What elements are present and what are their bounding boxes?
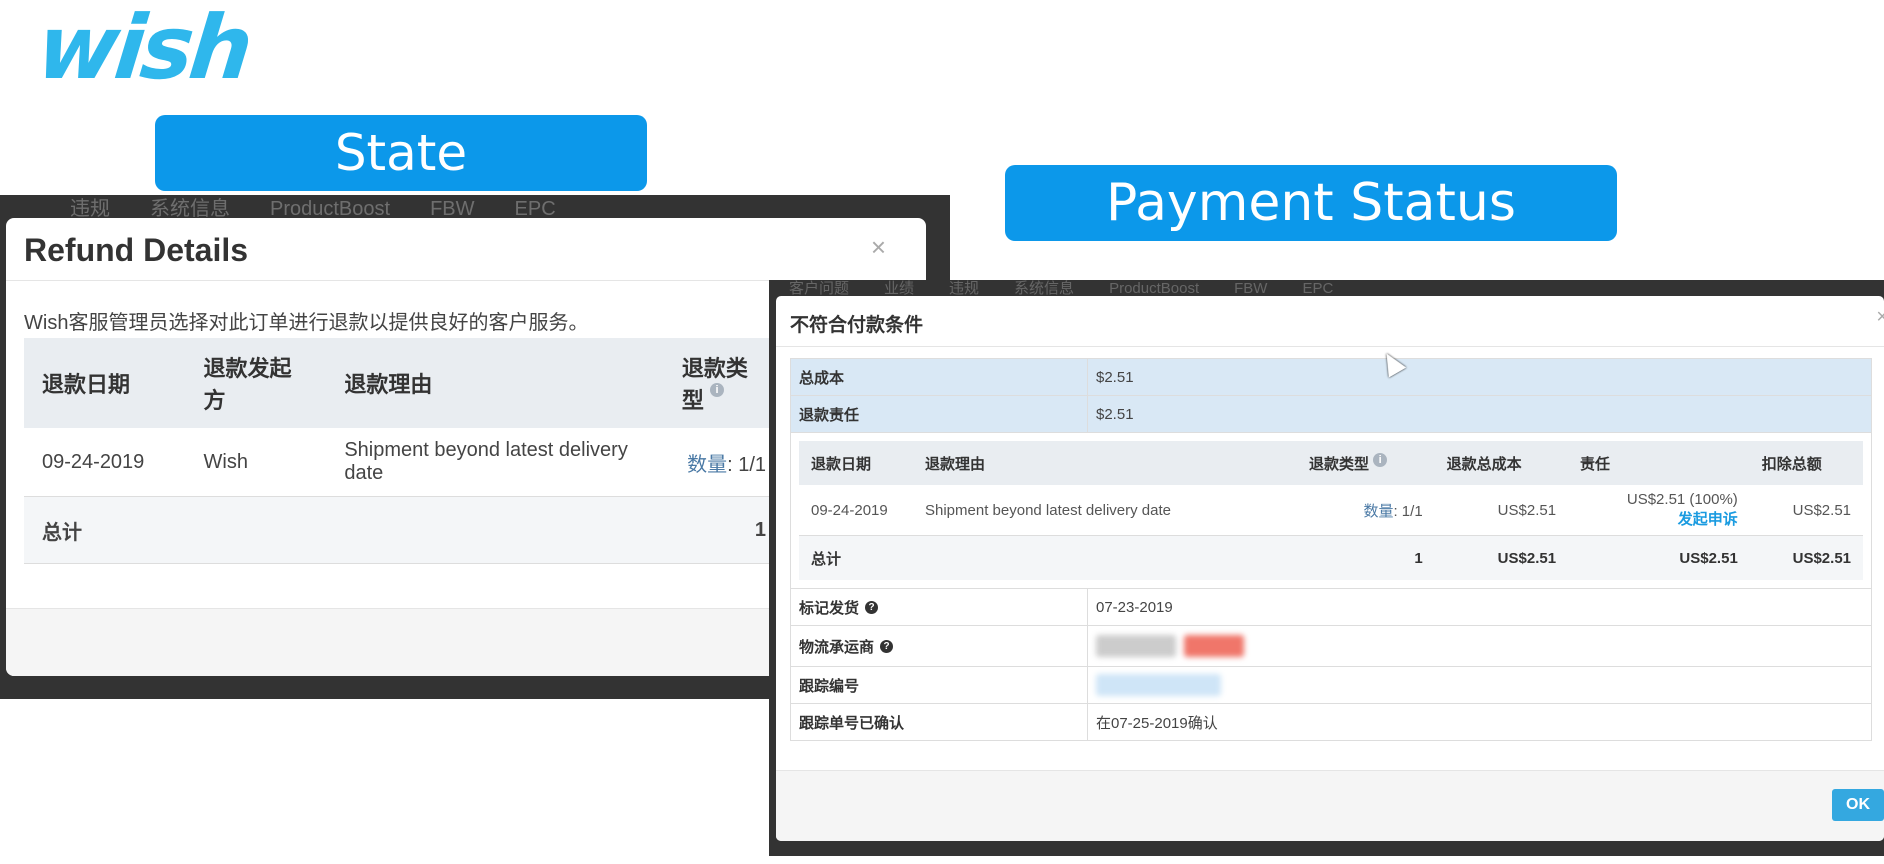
payment-info-grid: 总成本 $2.51 退款责任 $2.51 退款日期 退款理由 退款类型 i 退款… <box>790 358 1872 741</box>
tracking-confirmed-label: 跟踪单号已确认 <box>791 704 1088 740</box>
quantity-value: : 1/1 <box>727 453 766 476</box>
col-refund-date: 退款日期 <box>24 338 186 428</box>
tracking-number-row: 跟踪编号 <box>791 667 1871 704</box>
marked-shipped-value: 07-23-2019 <box>1096 598 1173 616</box>
table-row: 09-24-2019 Shipment beyond latest delive… <box>799 485 1863 536</box>
liability-value: $2.51 <box>1096 405 1134 423</box>
refund-description: Wish客服管理员选择对此订单进行退款以提供良好的客户服务。 <box>24 312 589 334</box>
redacted-block <box>1096 674 1221 696</box>
col-refund-type: 退款类型 i <box>1297 441 1435 485</box>
modal-title: 不符合付款条件 <box>790 315 924 336</box>
info-icon[interactable]: i <box>710 383 725 397</box>
total-cost-row: 总成本 $2.51 <box>791 359 1871 396</box>
carrier-label: 物流承运商 ? <box>791 626 1088 666</box>
wish-logo: wish <box>32 0 254 99</box>
quantity-link[interactable]: 数量 <box>1363 503 1393 520</box>
cell-deduction: US$2.51 <box>1749 485 1863 536</box>
refund-cost-table: 退款日期 退款理由 退款类型 i 退款总成本 责任 扣除总额 09-24-201… <box>799 441 1863 580</box>
refund-table-wrap: 退款日期 退款理由 退款类型 i 退款总成本 责任 扣除总额 09-24-201… <box>791 433 1871 589</box>
col-reason: 退款理由 <box>913 441 1297 485</box>
liability-label: 退款责任 <box>791 396 1088 432</box>
cell-initiator: Wish <box>185 428 327 497</box>
responsibility-value: US$2.51 (100%) <box>1626 491 1738 508</box>
col-responsibility: 责任 <box>1568 441 1750 485</box>
payment-ineligible-modal: 不符合付款条件 × 总成本 $2.51 退款责任 $2.51 退款日期 退款理由… <box>776 296 1884 841</box>
total-row: 总计 1 US$2.51 US$2.51 US$2.51 <box>799 535 1863 580</box>
liability-row: 退款责任 $2.51 <box>791 396 1871 433</box>
cell-date: 09-24-2019 <box>24 428 186 497</box>
cell-type: 数量: 1/1 <box>663 428 784 497</box>
payment-status-label: Payment Status <box>1005 165 1617 241</box>
total-row: 总计 1 <box>24 496 784 564</box>
marked-shipped-label: 标记发货 ? <box>791 589 1088 625</box>
info-icon[interactable]: i <box>1373 452 1388 467</box>
appeal-link[interactable]: 发起申诉 <box>1580 508 1738 529</box>
table-row: 09-24-2019 Wish Shipment beyond latest d… <box>24 428 784 497</box>
table-header-row: 退款日期 退款发起方 退款理由 退款类型 i <box>24 338 784 428</box>
cell-reason: Shipment beyond latest delivery date <box>326 428 664 497</box>
modal-header: Refund Details × <box>6 218 926 281</box>
col-total-cost: 退款总成本 <box>1434 441 1569 485</box>
col-refund-date: 退款日期 <box>799 441 913 485</box>
total-deduction: US$2.51 <box>1749 535 1863 580</box>
col-reason: 退款理由 <box>326 338 664 428</box>
help-icon[interactable]: ? <box>880 639 894 653</box>
total-label: 总计 <box>799 535 913 580</box>
quantity-value: : 1/1 <box>1393 502 1423 520</box>
refund-table: 退款日期 退款发起方 退款理由 退款类型 i 09-24-2019 Wish S… <box>24 338 784 564</box>
tracking-confirmed-value: 在07-25-2019确认 <box>1096 714 1218 732</box>
carrier-value-redacted <box>1088 635 1244 657</box>
ok-button[interactable]: OK <box>1832 789 1884 821</box>
cell-reason: Shipment beyond latest delivery date <box>913 485 1297 536</box>
col-initiator: 退款发起方 <box>185 338 327 428</box>
tracking-number-redacted <box>1088 674 1221 696</box>
modal-header: 不符合付款条件 × <box>776 296 1884 347</box>
redacted-block <box>1184 635 1244 657</box>
tracking-number-label: 跟踪编号 <box>791 667 1088 703</box>
state-label: State <box>155 115 647 191</box>
marked-shipped-text: 标记发货 <box>799 599 860 617</box>
col-refund-type: 退款类型 i <box>663 338 784 428</box>
modal-title: Refund Details <box>24 232 249 268</box>
tracking-confirmed-row: 跟踪单号已确认 在07-25-2019确认 <box>791 704 1871 740</box>
total-cost-value: $2.51 <box>1096 368 1134 386</box>
total-cost: US$2.51 <box>1434 535 1569 580</box>
carrier-text: 物流承运商 <box>799 638 875 656</box>
cell-total-cost: US$2.51 <box>1434 485 1569 536</box>
total-responsibility: US$2.51 <box>1568 535 1750 580</box>
col-refund-type-label: 退款类型 <box>1309 455 1370 473</box>
table-header-row: 退款日期 退款理由 退款类型 i 退款总成本 责任 扣除总额 <box>799 441 1863 485</box>
close-icon[interactable]: × <box>1876 306 1884 329</box>
close-icon[interactable]: × <box>871 232 886 263</box>
col-deduction: 扣除总额 <box>1749 441 1863 485</box>
payment-screenshot: 客户问题 业绩 违规 系统信息 ProductBoost FBW EPC 不符合… <box>769 280 1884 856</box>
marked-shipped-row: 标记发货 ? 07-23-2019 <box>791 589 1871 626</box>
cell-date: 09-24-2019 <box>799 485 913 536</box>
cell-responsibility: US$2.51 (100%) 发起申诉 <box>1568 485 1750 536</box>
redacted-block <box>1096 635 1176 657</box>
total-label: 总计 <box>24 496 186 564</box>
total-value: 1 <box>663 496 784 564</box>
help-icon[interactable]: ? <box>865 600 879 614</box>
modal-footer: OK <box>776 770 1884 841</box>
carrier-row: 物流承运商 ? <box>791 626 1871 667</box>
cell-type: 数量: 1/1 <box>1297 485 1435 536</box>
total-qty: 1 <box>1297 535 1435 580</box>
quantity-link[interactable]: 数量 <box>687 454 727 476</box>
total-cost-label: 总成本 <box>791 359 1088 395</box>
